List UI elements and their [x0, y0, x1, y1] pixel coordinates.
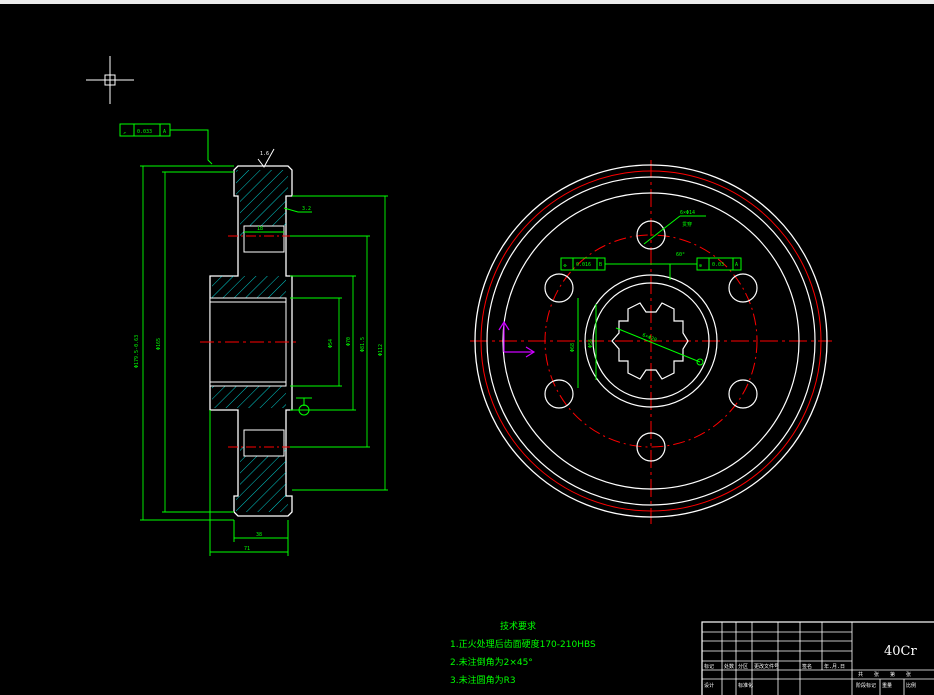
note-item-1: 1.正火处理后齿面硬度170-210HBS [450, 638, 596, 650]
tb-label-design: 设计 [704, 682, 714, 689]
tb-label-change: 更改文件号 [754, 663, 779, 670]
tb-sheet-unit-2: 张 [906, 671, 911, 678]
tb-label-count: 处数 [724, 663, 734, 670]
tolerance-frame-top: ↗ 0.033 A [119, 123, 213, 165]
tb-label-date: 年.月.日 [824, 663, 845, 670]
tolerance-symbol: ↗ [123, 130, 126, 136]
front-inner-dia-b: Φ56 [588, 339, 594, 348]
dim-face-width: 38 [256, 532, 262, 538]
tb-label-scale: 比例 [906, 682, 916, 689]
tb-sheet-unit-1: 张 [874, 671, 879, 678]
frame-left-datum: B [599, 262, 602, 268]
spline-leader [615, 327, 701, 363]
spline-angle: 60° [676, 252, 685, 258]
frame-right-symbol: ⊕ [699, 263, 702, 269]
dim-bore-dia: Φ70 [346, 337, 352, 346]
technical-notes: 技术要求 1.正火处理后齿面硬度170-210HBS 2.未注倒角为2×45° … [450, 620, 596, 686]
frame-left-value: 0.016 [576, 262, 591, 268]
note-item-2: 2.未注倒角为2×45° [450, 656, 533, 668]
tb-label-zone: 分区 [738, 663, 748, 670]
hatch-hub-top [212, 276, 286, 298]
tb-label-stage: 阶段标记 [856, 682, 876, 689]
crosshair-cursor-icon [86, 56, 134, 104]
roughness-value: 1.6 [260, 151, 269, 157]
cad-drawing-canvas[interactable]: ↗ 0.033 A 1.6 Φ179.5-0.63 Φ165 Φ112 Φ81.… [0, 4, 934, 695]
material-label: 40Cr [884, 644, 917, 659]
frame-right-value: 0.03 [712, 262, 724, 268]
notes-title: 技术要求 [500, 620, 536, 632]
bolt-hole-section-top [243, 225, 285, 253]
tolerance-frame-left: ⌯ 0.016 B [560, 257, 697, 271]
front-view[interactable]: 6×Φ14 贯穿 ⌯ 0.016 B ⊕ 0.03 A 60° Φ68 Φ56 … [470, 160, 832, 524]
hatch-rim-top [236, 170, 288, 196]
side-section-view[interactable]: ↗ 0.033 A 1.6 Φ179.5-0.63 Φ165 Φ112 Φ81.… [119, 123, 388, 556]
datum-a-symbol [296, 397, 312, 416]
tb-sheet-total: 共 [858, 671, 863, 678]
face-roughness-value: 3.2 [302, 206, 311, 212]
tb-label-mark: 标记 [704, 663, 714, 670]
tolerance-datum: A [163, 129, 166, 135]
frame-left-symbol: ⌯ [563, 263, 567, 269]
tb-sheet-current: 第 [890, 671, 895, 678]
tb-label-standard: 标准化 [738, 682, 753, 689]
note-item-3: 3.未注圆角为R3 [450, 674, 516, 686]
bore [209, 297, 287, 387]
ucs-icon [498, 320, 536, 358]
tb-label-weight: 重量 [882, 682, 892, 689]
roughness-symbol-top: 1.6 [257, 148, 275, 168]
holes-callout: 6×Φ14 [680, 210, 695, 216]
dim-hub-length: 71 [244, 546, 250, 552]
dim-hub-dia: Φ112 [378, 344, 384, 356]
dim-web-thickness: 18 [257, 226, 263, 232]
frame-right-datum: A [735, 262, 738, 268]
tb-label-sign: 签名 [802, 663, 812, 670]
tolerance-value: 0.033 [137, 129, 152, 135]
dim-root-dia: Φ165 [156, 338, 162, 350]
dim-bolt-dia: Φ81.5 [360, 337, 366, 352]
hatch-rim-bottom [236, 496, 288, 512]
title-block[interactable]: 40Cr 标记 处数 分区 更改文件号 签名 年.月.日 设计 标准化 阶段标记… [701, 621, 934, 695]
dim-outer-dia: Φ179.5-0.63 [134, 335, 140, 368]
dim-bore-small: Φ54 [328, 339, 334, 348]
hatch-hub-bottom [212, 386, 286, 408]
right-dimensions [290, 195, 388, 491]
front-inner-dia: Φ68 [570, 343, 576, 352]
bolt-hole-section-bottom [243, 429, 285, 457]
holes-depth-callout: 贯穿 [682, 221, 692, 228]
